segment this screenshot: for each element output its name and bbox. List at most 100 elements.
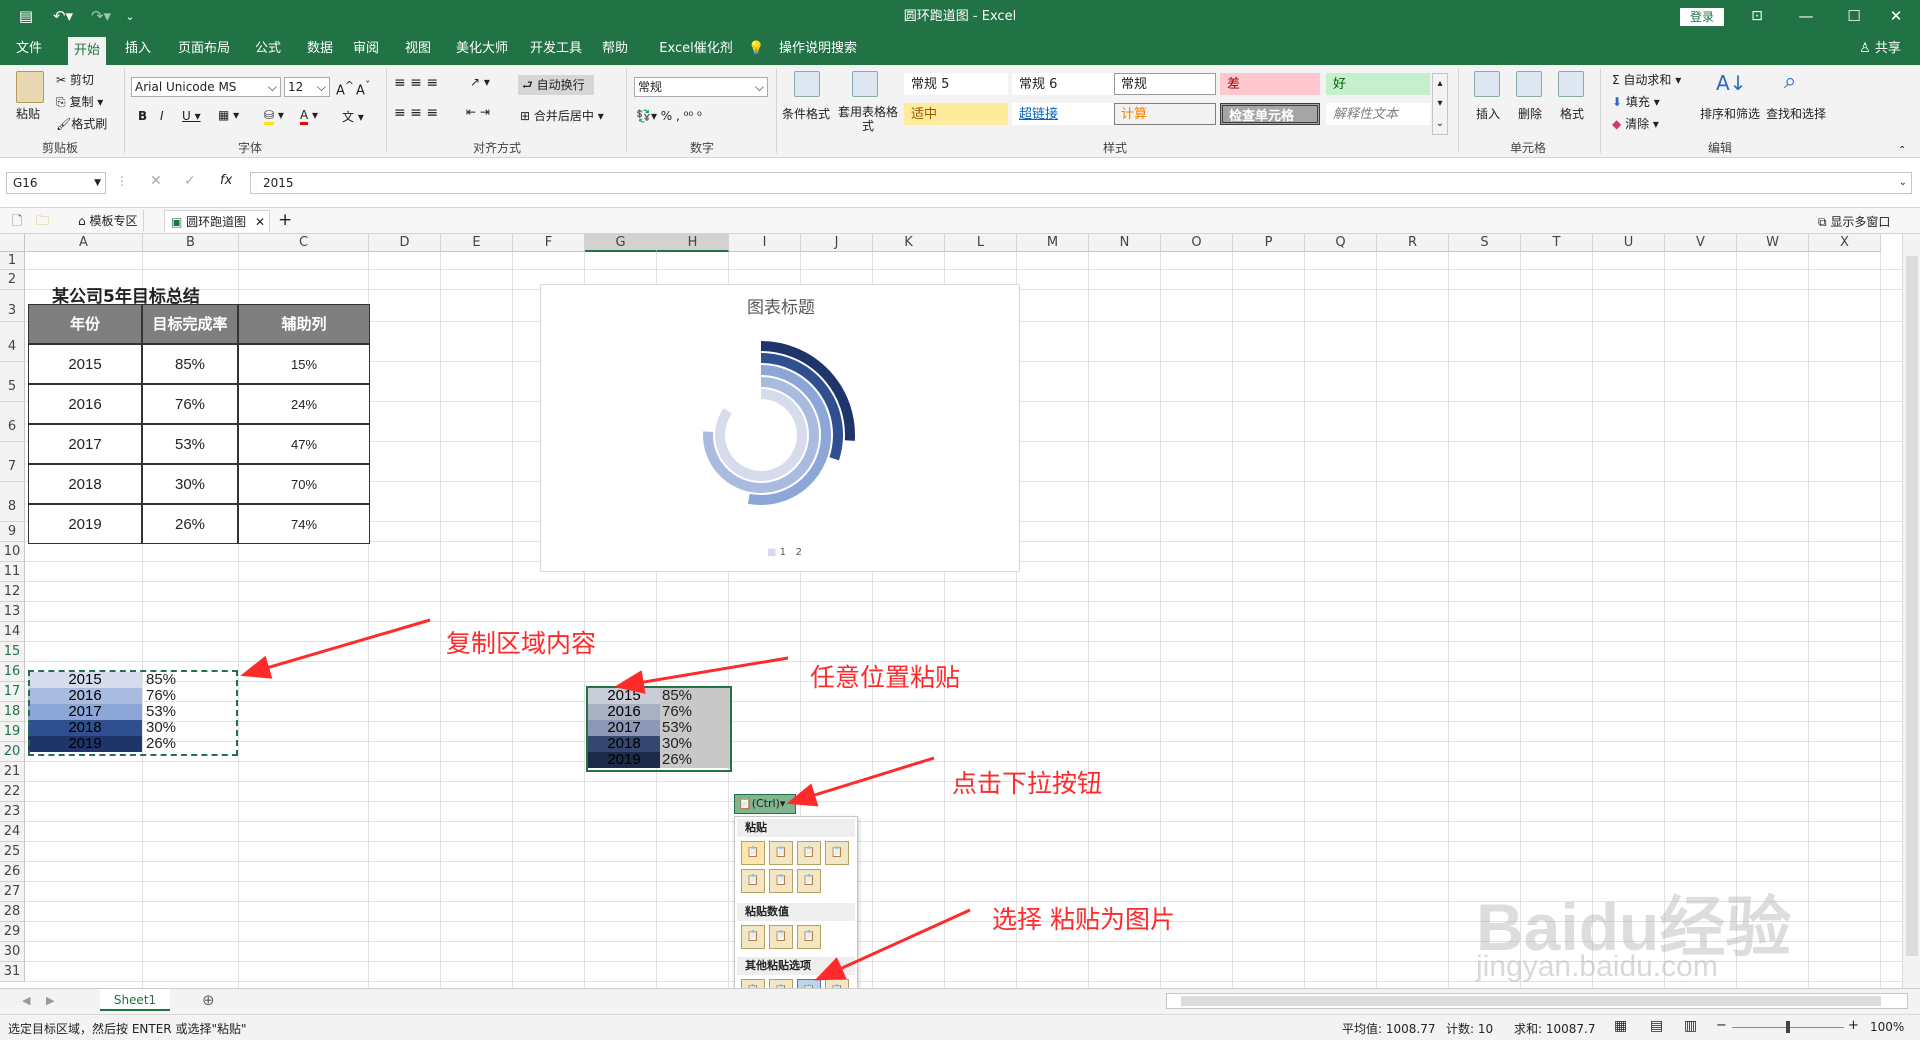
row-header[interactable]: 13 (0, 602, 25, 622)
column-header[interactable]: D (369, 234, 441, 252)
undo-icon[interactable]: ↶▾ (48, 0, 78, 33)
format-as-table-button[interactable]: 套用表格格式 (838, 105, 898, 133)
phonetic-button[interactable]: 文 ▾ (342, 108, 364, 125)
insert-button[interactable]: 插入 (1476, 105, 1500, 122)
ribbon-display-icon[interactable]: ⊡ (1742, 0, 1772, 33)
column-header[interactable]: N (1089, 234, 1161, 252)
table-cell[interactable]: 2019 (28, 504, 142, 544)
confirm-entry-icon[interactable]: ✓ (184, 173, 196, 189)
column-header[interactable]: B (143, 234, 239, 252)
paste-option-icon[interactable]: 📋 (797, 869, 821, 893)
conditional-format-icon[interactable] (794, 71, 820, 97)
menu-item-10[interactable]: 帮助 (598, 33, 632, 65)
vertical-scrollbar[interactable] (1902, 234, 1920, 988)
insert-cells-icon[interactable] (1474, 71, 1500, 97)
cancel-entry-icon[interactable]: ✕ (150, 173, 162, 189)
table-cell[interactable]: 70% (238, 464, 370, 504)
fill-button[interactable]: ⬇ 填充 ▾ (1612, 93, 1660, 110)
column-header[interactable]: M (1017, 234, 1089, 252)
delete-cells-icon[interactable] (1516, 71, 1542, 97)
row-header[interactable]: 11 (0, 562, 25, 582)
folder-icon[interactable]: 🗀 (36, 212, 49, 234)
cell-style-8[interactable]: 检查单元格 (1220, 103, 1320, 125)
bold-button[interactable]: B (138, 109, 147, 123)
cell-style-0[interactable]: 常规 5 (904, 73, 1008, 95)
table-cell[interactable]: 2016 (28, 384, 142, 424)
minimize-button[interactable]: — (1786, 0, 1826, 33)
cut-button[interactable]: ✂ 剪切 (56, 71, 94, 88)
paste-options-button[interactable]: 📋(Ctrl)▾ (734, 794, 796, 814)
menu-item-7[interactable]: 视图 (398, 33, 438, 65)
column-header[interactable]: E (441, 234, 513, 252)
worksheet-grid[interactable]: ABCDEFGHIJKLMNOPQRSTUVWX 1 2 3 4 5 6 7 8 9 10 11 12… (0, 234, 1920, 988)
cell-style-3[interactable]: 差 (1220, 73, 1320, 95)
row-header[interactable]: 6 (0, 402, 25, 442)
select-all-corner[interactable] (0, 234, 25, 252)
row-header[interactable]: 5 (0, 362, 25, 402)
column-header[interactable]: H (657, 234, 729, 252)
find-select-button[interactable]: 查找和选择 (1766, 105, 1826, 122)
row-header[interactable]: 22 (0, 782, 25, 802)
save-icon[interactable]: ▤ (14, 0, 38, 33)
tab-current-workbook[interactable]: ▣ 圆环跑道图 ✕ (164, 210, 270, 232)
other-paste-option-icon[interactable]: 📋 (741, 979, 765, 988)
column-header[interactable]: V (1665, 234, 1737, 252)
zoom-level[interactable]: 100% (1870, 1020, 1904, 1034)
row-header[interactable]: 21 (0, 762, 25, 782)
menu-file[interactable]: 文件 (14, 33, 44, 65)
table-format-icon[interactable] (852, 71, 878, 97)
font-size-select[interactable]: 12 ⌵ (284, 77, 330, 97)
cell-style-2[interactable]: 常规 (1114, 73, 1216, 95)
row-header[interactable]: 19 (0, 722, 25, 742)
close-button[interactable]: ✕ (1876, 0, 1916, 33)
paste-option-icon[interactable]: 📋 (741, 841, 765, 865)
underline-button[interactable]: U ▾ (182, 109, 201, 123)
paste-values-option-icon[interactable]: 📋 (769, 925, 793, 949)
shrink-font-button[interactable]: Aˇ (356, 79, 370, 98)
paste-option-icon[interactable]: 📋 (797, 841, 821, 865)
paste-icon[interactable] (16, 71, 44, 103)
table-header-cell[interactable]: 目标完成率 (142, 304, 238, 344)
autosum-button[interactable]: Σ 自动求和 ▾ (1612, 71, 1681, 88)
table-header-cell[interactable]: 辅助列 (238, 304, 370, 344)
row-header[interactable]: 3 (0, 290, 25, 322)
row-header[interactable]: 28 (0, 902, 25, 922)
collapse-ribbon-icon[interactable]: ⌃ (1898, 145, 1906, 156)
row-header[interactable]: 25 (0, 842, 25, 862)
delete-button[interactable]: 删除 (1518, 105, 1542, 122)
name-box[interactable]: G16 ▼ (6, 172, 106, 194)
italic-button[interactable]: I (160, 109, 164, 123)
table-cell[interactable]: 2018 (28, 464, 142, 504)
row-header[interactable]: 1 (0, 252, 25, 270)
border-button[interactable]: ▦ ▾ (218, 108, 239, 122)
add-sheet-icon[interactable]: ⊕ (202, 991, 215, 1009)
menu-item-6[interactable]: 审阅 (346, 33, 386, 65)
close-tab-icon[interactable]: ✕ (255, 211, 265, 233)
row-header[interactable]: 10 (0, 542, 25, 562)
sheet-tab-sheet1[interactable]: Sheet1 (100, 989, 170, 1011)
row-header[interactable]: 26 (0, 862, 25, 882)
column-header[interactable]: G (585, 234, 657, 252)
styles-scroll[interactable]: ▴ ▾ ⌄ (1432, 73, 1448, 135)
prev-sheet-icon[interactable]: ◀ (22, 994, 30, 1007)
conditional-format-button[interactable]: 条件格式 (782, 105, 830, 122)
row-header[interactable]: 9 (0, 522, 25, 542)
table-cell[interactable]: 85% (142, 344, 238, 384)
column-header[interactable]: O (1161, 234, 1233, 252)
menu-item-3[interactable]: 页面布局 (168, 33, 240, 65)
row-header[interactable]: 12 (0, 582, 25, 602)
redo-icon[interactable]: ↷▾ (86, 0, 116, 33)
zoom-slider-thumb[interactable] (1786, 1021, 1790, 1033)
other-paste-option-icon[interactable]: 📋 (769, 979, 793, 988)
format-painter-button[interactable]: 🖌格式刷 (56, 115, 107, 132)
column-header[interactable]: S (1449, 234, 1521, 252)
column-header[interactable]: X (1809, 234, 1881, 252)
cell-style-7[interactable]: 计算 (1114, 103, 1216, 125)
row-header[interactable]: 8 (0, 482, 25, 522)
row-header[interactable]: 4 (0, 322, 25, 362)
number-format-select[interactable]: 常规 ⌵ (634, 77, 768, 97)
column-header[interactable]: J (801, 234, 873, 252)
paste-option-icon[interactable]: 📋 (741, 869, 765, 893)
column-header[interactable]: F (513, 234, 585, 252)
row-header[interactable]: 14 (0, 622, 25, 642)
